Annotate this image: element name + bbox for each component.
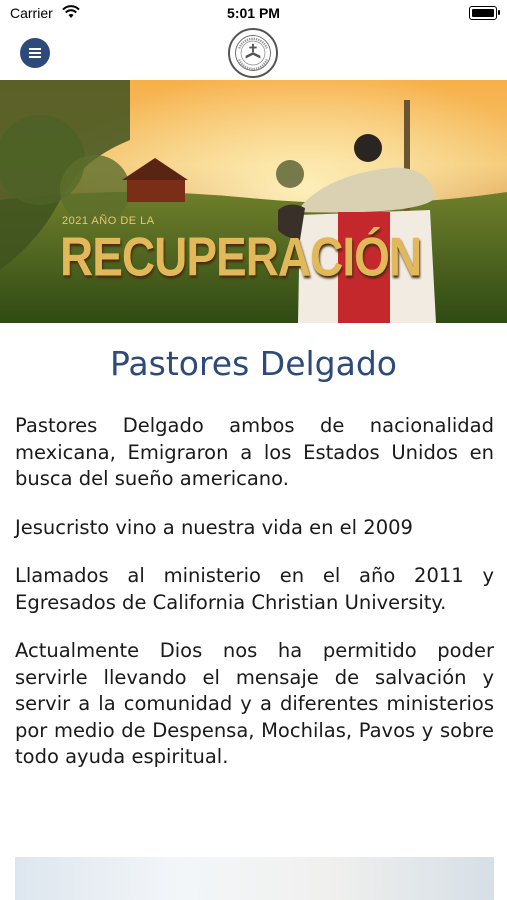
hamburger-menu-icon[interactable] — [20, 38, 50, 68]
status-time: 5:01 PM — [227, 5, 280, 21]
nav-bar — [0, 26, 507, 80]
paragraph-conversion: Jesucristo vino a nuestra vida en el 200… — [15, 515, 413, 539]
paragraph-intro: Pastores Delgado ambos de nacionalidad m… — [15, 414, 494, 490]
church-logo — [228, 28, 278, 78]
page-title: Pastores Delgado — [110, 344, 397, 383]
hero-banner: 2021 AÑO DE LA RECUPERACIÓN — [0, 80, 507, 323]
battery-icon — [469, 6, 500, 20]
bottom-image — [15, 857, 494, 900]
status-bar: Carrier 5:01 PM — [0, 0, 507, 26]
paragraph-ministry: Llamados al ministerio en el año 2011 y … — [15, 564, 494, 614]
content-body: Pastores Delgado ambos de nacionalidad m… — [15, 413, 494, 793]
paragraph-current: Actualmente Dios nos ha permitido poder … — [15, 639, 494, 768]
hero-title: RECUPERACIÓN — [60, 226, 422, 288]
